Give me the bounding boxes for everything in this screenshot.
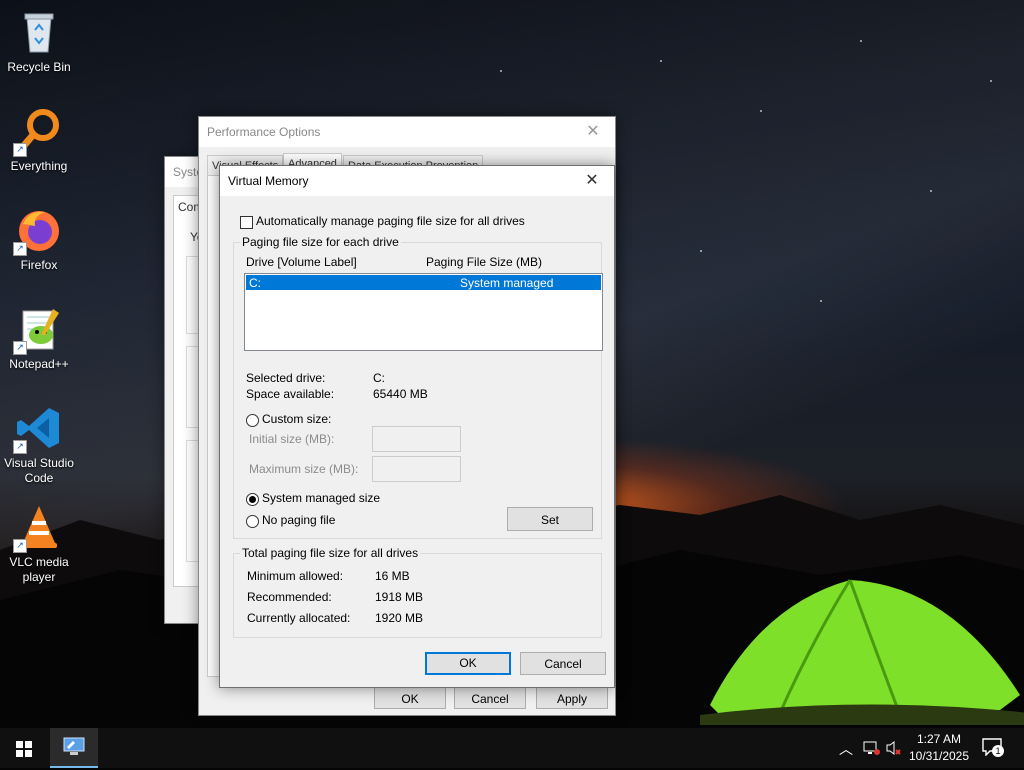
star: [500, 70, 502, 72]
initial-size-input[interactable]: [372, 426, 461, 452]
desktop-icon-firefox[interactable]: ↗ Firefox: [2, 206, 76, 273]
close-icon: ✕: [586, 123, 600, 140]
ok-button[interactable]: OK: [425, 652, 511, 675]
star: [700, 250, 702, 252]
apply-button[interactable]: Apply: [536, 687, 608, 709]
computer-settings-icon: [63, 737, 85, 755]
windows-logo-icon: [16, 741, 32, 757]
vscode-icon: ↗: [13, 404, 63, 454]
desktop-icon-label: Notepad++: [9, 357, 69, 371]
desktop-icon-everything[interactable]: ↗ Everything: [2, 107, 76, 174]
system-managed-radio[interactable]: [246, 493, 259, 506]
clock-time[interactable]: 1:27 AM: [905, 732, 973, 746]
paging-file-group: Paging file size for each drive Drive [V…: [233, 235, 603, 539]
star: [990, 80, 992, 82]
vlc-icon: ↗: [13, 503, 63, 553]
clock-date[interactable]: 10/31/2025: [905, 749, 973, 763]
group-title: Total paging file size for all drives: [240, 546, 421, 560]
maximum-size-input[interactable]: [372, 456, 461, 482]
recycle-bin-icon: [15, 8, 63, 56]
star: [760, 110, 762, 112]
desktop-icon-vlc[interactable]: ↗ VLC media player: [2, 503, 76, 585]
start-button[interactable]: [0, 728, 48, 768]
network-icon[interactable]: [862, 740, 880, 756]
no-paging-label[interactable]: No paging file: [262, 513, 335, 527]
show-hidden-icons-chevron-icon[interactable]: ︿: [838, 739, 854, 759]
desktop-icon-label: Visual Studio Code: [4, 456, 74, 485]
desktop-icon-vscode[interactable]: ↗ Visual Studio Code: [2, 404, 76, 486]
cancel-button[interactable]: Cancel: [454, 687, 526, 709]
desktop-icon-label: Firefox: [20, 258, 58, 272]
star: [660, 60, 662, 62]
action-center-button[interactable]: 1: [982, 738, 1004, 758]
taskbar-app-system-properties[interactable]: [50, 728, 98, 768]
notepad-plus-plus-icon: ↗: [13, 305, 63, 355]
maximum-size-label: Maximum size (MB):: [249, 462, 359, 476]
shortcut-arrow-icon: ↗: [13, 341, 27, 355]
currently-allocated-value: 1920 MB: [375, 611, 424, 625]
space-available-label: Space available:: [246, 387, 335, 401]
star: [930, 190, 932, 192]
selected-drive-label: Selected drive:: [246, 371, 326, 385]
custom-size-radio[interactable]: [246, 414, 259, 427]
ok-button[interactable]: OK: [374, 687, 446, 709]
auto-manage-label[interactable]: Automatically manage paging file size fo…: [256, 214, 525, 228]
drive-list[interactable]: C: System managed: [244, 273, 603, 351]
desktop-icon-recycle-bin[interactable]: Recycle Bin: [2, 8, 76, 75]
shortcut-arrow-icon: ↗: [13, 242, 27, 256]
window-title: Virtual Memory: [220, 166, 614, 196]
system-managed-label[interactable]: System managed size: [262, 491, 380, 505]
initial-size-label: Initial size (MB):: [249, 432, 335, 446]
set-button[interactable]: Set: [507, 507, 593, 531]
auto-manage-checkbox[interactable]: [240, 216, 253, 229]
cancel-button[interactable]: Cancel: [520, 652, 606, 675]
star: [820, 300, 822, 302]
close-icon: ✕: [585, 172, 599, 189]
firefox-icon: ↗: [13, 206, 63, 256]
recommended-value: 1918 MB: [375, 590, 424, 604]
shortcut-arrow-icon: ↗: [13, 539, 27, 553]
shortcut-arrow-icon: ↗: [13, 143, 27, 157]
desktop-icon-label: Recycle Bin: [7, 60, 71, 74]
close-button[interactable]: ✕: [570, 166, 614, 196]
virtual-memory-dialog[interactable]: Virtual Memory ✕ Automatically manage pa…: [219, 165, 615, 688]
minimum-allowed-value: 16 MB: [375, 569, 410, 583]
column-header-size: Paging File Size (MB): [426, 255, 543, 269]
total-paging-group: Total paging file size for all drives Mi…: [233, 546, 602, 638]
currently-allocated-label: Currently allocated:: [247, 611, 351, 625]
desktop-icon-notepad-plus-plus[interactable]: ↗ Notepad++: [2, 305, 76, 372]
recommended-label: Recommended:: [247, 590, 332, 604]
star: [860, 40, 862, 42]
desktop-icon-label: Everything: [10, 159, 68, 173]
column-header-drive: Drive [Volume Label]: [246, 255, 357, 269]
window-title: Performance Options: [199, 117, 615, 147]
space-available-value: 65440 MB: [373, 387, 428, 401]
custom-size-label[interactable]: Custom size:: [262, 412, 331, 426]
drive-row[interactable]: C: System managed: [246, 275, 601, 290]
tent-illustration: [700, 579, 1024, 725]
desktop-icon-label: VLC media player: [9, 555, 69, 584]
shortcut-arrow-icon: ↗: [13, 440, 27, 454]
volume-muted-icon[interactable]: [885, 740, 903, 756]
drive-letter: C:: [249, 276, 261, 290]
close-button[interactable]: ✕: [571, 117, 615, 147]
drive-paging-size: System managed: [460, 276, 554, 290]
taskbar: ︿ 1:27 AM 10/31/2025 1: [0, 728, 1024, 768]
notification-count-badge: 1: [992, 745, 1004, 757]
minimum-allowed-label: Minimum allowed:: [247, 569, 344, 583]
group-title: Paging file size for each drive: [240, 235, 401, 249]
selected-drive-value: C:: [373, 371, 385, 385]
everything-search-icon: ↗: [13, 107, 63, 157]
no-paging-radio[interactable]: [246, 515, 259, 528]
